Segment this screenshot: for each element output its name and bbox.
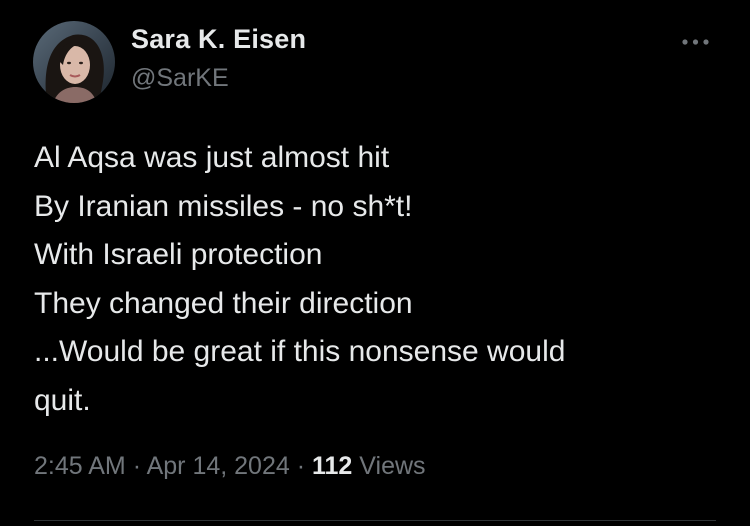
avatar[interactable] xyxy=(33,21,115,103)
tweet-time[interactable]: 2:45 AM xyxy=(34,452,126,480)
profile-photo-icon xyxy=(33,21,115,103)
meta-separator: · xyxy=(132,452,142,480)
views-label: Views xyxy=(359,452,426,480)
views-count[interactable]: 112 xyxy=(312,452,352,480)
more-options-button[interactable] xyxy=(676,30,716,54)
tweet-card: Sara K. Eisen @SarKE Al Aqsa was just al… xyxy=(0,0,750,526)
tweet-line: quit. xyxy=(34,383,91,417)
tweet-date[interactable]: Apr 14, 2024 xyxy=(147,452,290,480)
tweet-meta: 2:45 AM · Apr 14, 2024 · 112 Views xyxy=(34,452,426,481)
tweet-line: ...Would be great if this nonsense would xyxy=(34,335,566,368)
divider xyxy=(34,520,716,521)
tweet-line: They changed their direction xyxy=(34,286,413,320)
tweet-line: With Israeli protection xyxy=(34,238,323,271)
tweet-line: Al Aqsa was just almost hit xyxy=(34,141,390,174)
tweet-line: By Iranian missiles - no sh*t! xyxy=(34,189,413,223)
author-handle[interactable]: @SarKE xyxy=(131,64,229,93)
more-horizontal-icon xyxy=(682,39,709,45)
author-name[interactable]: Sara K. Eisen xyxy=(131,24,306,55)
meta-separator: · xyxy=(296,452,306,480)
tweet-text: Al Aqsa was just almost hit By Iranian m… xyxy=(34,134,724,425)
